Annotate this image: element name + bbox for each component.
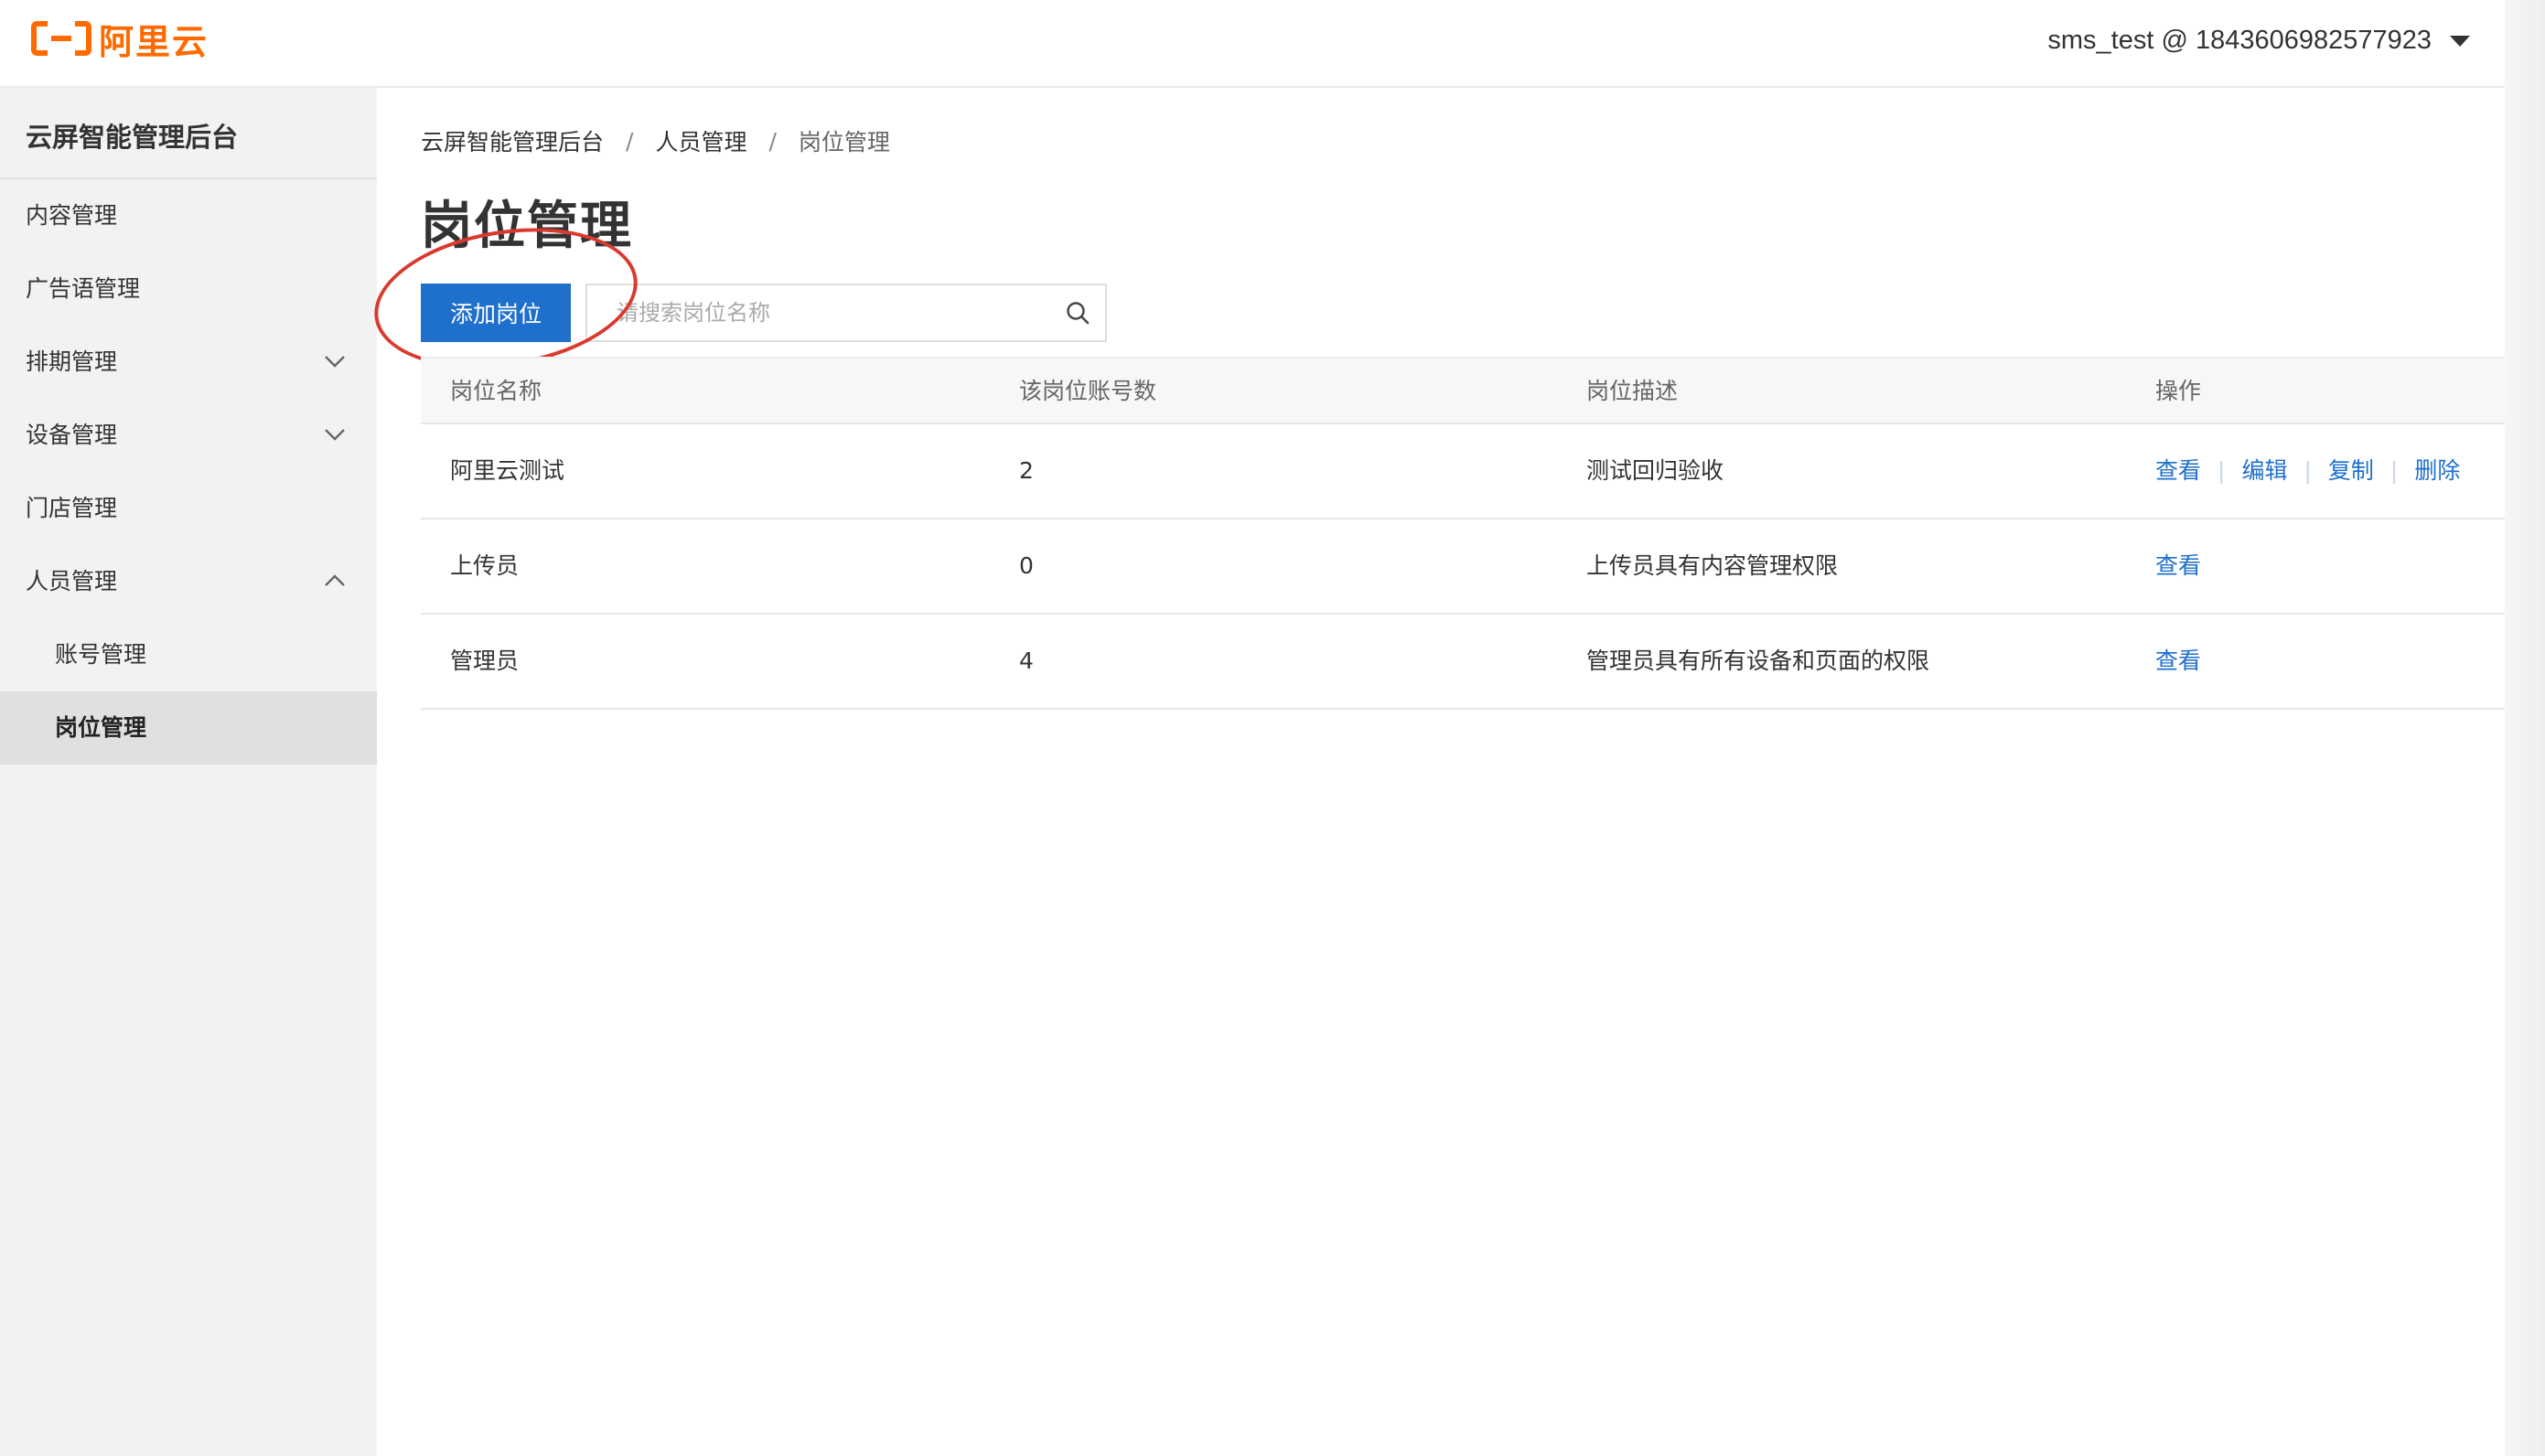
row-actions: 查看 (2155, 519, 2201, 613)
row-actions: 查看 | 编辑 | 复制 | 删除 (2155, 424, 2460, 518)
breadcrumb: 云屏智能管理后台 / 人员管理 / 岗位管理 (421, 124, 890, 157)
position-description: 测试回归验收 (1586, 457, 1724, 484)
chevron-down-icon (325, 429, 345, 441)
position-name: 管理员 (450, 648, 520, 674)
add-position-button[interactable]: 添加岗位 (421, 284, 571, 342)
position-name: 上传员 (450, 552, 520, 579)
breadcrumb-item-home[interactable]: 云屏智能管理后台 (421, 124, 604, 157)
table-row: 阿里云测试 2 测试回归验收 查看 | 编辑 | 复制 | 删除 (421, 424, 2505, 519)
sidebar-item-label: 账号管理 (55, 641, 147, 668)
sidebar-item-label: 人员管理 (26, 568, 118, 594)
positions-table: 岗位名称 该岗位账号数 岗位描述 操作 阿里云测试 2 测试回归验收 查看 | … (421, 357, 2505, 710)
table-row: 管理员 4 管理员具有所有设备和页面的权限 查看 (421, 615, 2505, 710)
window-edge (2505, 0, 2545, 1456)
sidebar-item-label: 广告语管理 (26, 275, 141, 302)
sidebar-item-content[interactable]: 内容管理 (0, 179, 377, 252)
sidebar-item-label: 岗位管理 (55, 714, 147, 741)
breadcrumb-separator: / (768, 127, 777, 155)
sidebar: 云屏智能管理后台 内容管理 广告语管理 排期管理 设备管理 门店管理 人员管理 (0, 88, 377, 1456)
search-box (585, 284, 1107, 342)
sidebar-item-positions[interactable]: 岗位管理 (0, 691, 377, 765)
position-description: 上传员具有内容管理权限 (1586, 552, 1839, 579)
action-divider: | (2303, 457, 2312, 484)
sidebar-item-stores[interactable]: 门店管理 (0, 472, 377, 545)
sidebar-item-schedule[interactable]: 排期管理 (0, 326, 377, 399)
account-label: sms_test @ 1843606982577923 (2047, 26, 2432, 55)
sidebar-item-accounts[interactable]: 账号管理 (0, 618, 377, 691)
column-header-count: 该岗位账号数 (1019, 378, 1157, 404)
sidebar-item-devices[interactable]: 设备管理 (0, 399, 377, 472)
copy-link[interactable]: 复制 (2328, 424, 2374, 518)
page-title: 岗位管理 (421, 197, 633, 256)
chevron-up-icon (325, 574, 345, 586)
top-bar: 阿里云 sms_test @ 1843606982577923 (0, 0, 2505, 88)
breadcrumb-item-current: 岗位管理 (798, 129, 890, 155)
account-count: 0 (1019, 552, 1034, 579)
action-divider: | (2217, 457, 2226, 484)
column-header-name: 岗位名称 (450, 378, 542, 404)
column-header-actions: 操作 (2155, 378, 2202, 404)
logo-text: 阿里云 (99, 21, 209, 62)
search-input[interactable] (587, 285, 1045, 340)
sidebar-item-label: 内容管理 (26, 202, 118, 229)
row-actions: 查看 (2155, 615, 2201, 708)
sidebar-item-label: 排期管理 (26, 348, 118, 375)
account-count: 4 (1019, 648, 1034, 674)
column-header-description: 岗位描述 (1586, 378, 1679, 404)
position-description: 管理员具有所有设备和页面的权限 (1586, 648, 1930, 674)
edit-link[interactable]: 编辑 (2241, 424, 2287, 518)
sidebar-item-label: 设备管理 (26, 422, 118, 448)
account-menu[interactable]: sms_test @ 1843606982577923 (2047, 26, 2470, 56)
sidebar-title: 云屏智能管理后台 (0, 88, 377, 179)
search-icon[interactable] (1065, 300, 1090, 326)
view-link[interactable]: 查看 (2155, 424, 2201, 518)
caret-down-icon (2450, 35, 2470, 47)
app-window: 阿里云 sms_test @ 1843606982577923 云屏智能管理后台… (0, 0, 2545, 1456)
breadcrumb-separator: / (626, 127, 634, 155)
view-link[interactable]: 查看 (2155, 615, 2201, 708)
breadcrumb-item-personnel[interactable]: 人员管理 (655, 124, 746, 157)
chevron-down-icon (325, 356, 345, 368)
table-header: 岗位名称 该岗位账号数 岗位描述 操作 (421, 357, 2505, 424)
table-row: 上传员 0 上传员具有内容管理权限 查看 (421, 519, 2505, 615)
sidebar-item-label: 门店管理 (26, 495, 118, 521)
account-count: 2 (1019, 457, 1034, 484)
sidebar-item-slogans[interactable]: 广告语管理 (0, 252, 377, 326)
sidebar-item-personnel[interactable]: 人员管理 (0, 545, 377, 618)
position-name: 阿里云测试 (450, 457, 565, 484)
delete-link[interactable]: 删除 (2414, 424, 2460, 518)
action-divider: | (2389, 457, 2399, 484)
view-link[interactable]: 查看 (2155, 519, 2201, 613)
main-content: 云屏智能管理后台 / 人员管理 / 岗位管理 岗位管理 添加岗位 岗位名称 该岗… (364, 88, 2505, 1456)
aliyun-logo-icon (31, 21, 91, 56)
aliyun-logo[interactable]: 阿里云 (31, 16, 209, 62)
